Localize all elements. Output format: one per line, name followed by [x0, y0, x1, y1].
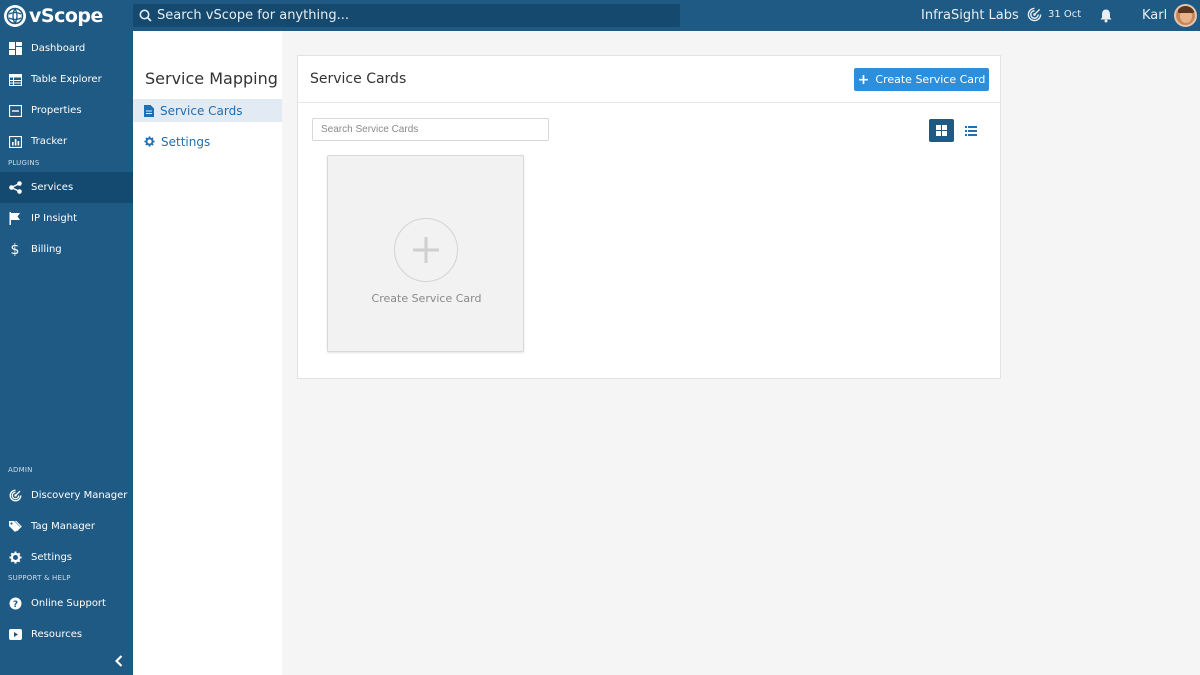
sidebar-item-table-explorer[interactable]: Table Explorer	[0, 64, 133, 95]
sidebar-item-tracker[interactable]: Tracker	[0, 126, 133, 157]
sidebar-item-label: Billing	[31, 244, 62, 255]
sidebar-item-settings[interactable]: Settings	[0, 542, 133, 573]
sidebar-item-label: Services	[31, 182, 74, 193]
gear-icon	[8, 551, 22, 565]
list-view-button[interactable]	[960, 119, 982, 142]
sidebar-item-services[interactable]: Services	[0, 172, 133, 203]
subnav-title: Service Mapping	[145, 69, 278, 88]
create-button-label: Create Service Card	[875, 73, 986, 86]
sidebar-item-dashboard[interactable]: Dashboard	[0, 33, 133, 64]
section-label-admin: ADMIN	[8, 466, 33, 474]
section-label-support: SUPPORT & HELP	[8, 574, 71, 582]
tags-icon	[8, 520, 22, 534]
sidebar-item-label: Discovery Manager	[31, 490, 128, 501]
section-label-plugins: PLUGINS	[8, 159, 40, 167]
share-icon	[8, 181, 22, 195]
create-service-card-tile[interactable]: Create Service Card	[327, 155, 524, 352]
panel-header: Service Cards + Create Service Card	[298, 56, 1000, 103]
sidebar-item-label: Table Explorer	[31, 74, 102, 85]
sidebar-item-label: Online Support	[31, 598, 106, 609]
discovery-status[interactable]: 31 Oct	[1027, 7, 1081, 22]
plus-circle-icon	[394, 218, 458, 282]
list-icon	[965, 125, 977, 136]
sidebar-item-label: IP Insight	[31, 213, 78, 224]
service-mapping-nav: Service Mapping Service Cards Settings	[133, 31, 282, 675]
properties-icon	[8, 104, 22, 118]
table-icon	[8, 73, 22, 87]
subnav-item-label: Service Cards	[160, 103, 243, 118]
sidebar-item-label: Dashboard	[31, 43, 86, 54]
dashboard-icon	[8, 42, 22, 56]
logo-text: vScope	[29, 4, 103, 27]
create-card-label: Create Service Card	[371, 292, 482, 305]
sidebar-item-label: Properties	[31, 105, 82, 116]
gear-icon	[144, 136, 155, 147]
page-title: Service Cards	[310, 71, 407, 87]
search-service-cards-input[interactable]	[312, 118, 549, 141]
discovery-icon	[1027, 7, 1042, 22]
avatar[interactable]	[1174, 4, 1197, 27]
global-search[interactable]	[133, 4, 680, 27]
globe-icon	[4, 4, 26, 27]
user-name[interactable]: Karl	[1142, 8, 1167, 23]
grid-icon	[936, 125, 947, 136]
global-search-input[interactable]	[157, 8, 657, 23]
sidebar-item-online-support[interactable]: ? Online Support	[0, 588, 133, 619]
question-icon: ?	[8, 597, 22, 611]
bell-icon[interactable]	[1099, 8, 1113, 28]
discovery-date: 31 Oct	[1048, 9, 1082, 20]
dollar-icon: $	[10, 241, 20, 258]
document-icon	[144, 104, 154, 117]
create-service-card-button[interactable]: + Create Service Card	[854, 68, 989, 91]
discovery-icon	[8, 489, 22, 503]
sidebar-item-label: Tag Manager	[31, 521, 95, 532]
video-icon	[8, 628, 22, 642]
tracker-icon	[8, 135, 22, 149]
plus-icon: +	[857, 71, 870, 88]
sidebar-item-billing[interactable]: $ Billing	[0, 234, 133, 265]
search-icon	[139, 9, 152, 22]
sidebar-item-ip-insight[interactable]: IP Insight	[0, 203, 133, 234]
sidebar-item-tag-manager[interactable]: Tag Manager	[0, 511, 133, 542]
sidebar-item-discovery-manager[interactable]: Discovery Manager	[0, 480, 133, 511]
vscope-logo[interactable]: vScope	[4, 4, 103, 27]
main-sidebar: Dashboard Table Explorer Properties Trac…	[0, 31, 133, 675]
sidebar-item-label: Resources	[31, 629, 83, 640]
sidebar-item-label: Tracker	[31, 136, 68, 147]
collapse-sidebar-button[interactable]	[112, 653, 126, 669]
subnav-item-settings[interactable]: Settings	[133, 130, 282, 153]
sidebar-item-resources[interactable]: Resources	[0, 619, 133, 650]
svg-text:?: ?	[12, 600, 17, 610]
service-cards-panel: Service Cards + Create Service Card Crea…	[297, 55, 1001, 379]
subnav-item-label: Settings	[161, 134, 211, 149]
top-bar: vScope InfraSight Labs 31 Oct Karl	[0, 0, 1200, 31]
sidebar-item-properties[interactable]: Properties	[0, 95, 133, 126]
flag-icon	[8, 212, 22, 226]
sidebar-item-label: Settings	[31, 552, 73, 563]
organization-name[interactable]: InfraSight Labs	[921, 8, 1019, 23]
subnav-item-service-cards[interactable]: Service Cards	[133, 99, 282, 122]
grid-view-button[interactable]	[929, 119, 954, 142]
chevron-left-icon	[115, 655, 123, 667]
